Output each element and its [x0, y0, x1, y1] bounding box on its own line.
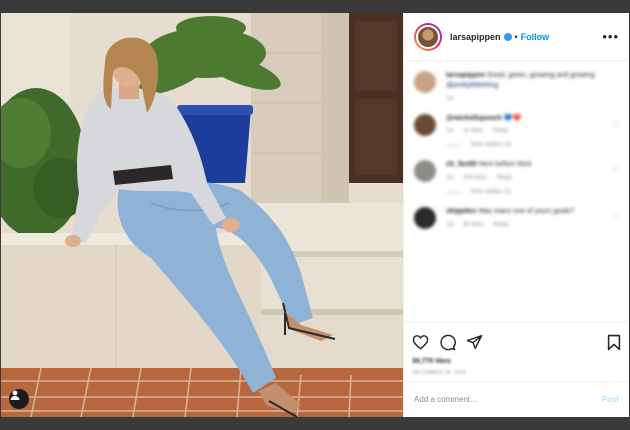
- share-icon[interactable]: [466, 334, 483, 350]
- caption-row: larsapippen Good, green, growing and gro…: [414, 71, 619, 102]
- comment-text: Was mans one of yours goals?: [478, 208, 575, 216]
- caption-username[interactable]: larsapippen: [446, 72, 485, 79]
- comment-username[interactable]: ch_fan99: [446, 161, 476, 168]
- like-comment-heart-icon[interactable]: ♡: [612, 166, 619, 175]
- view-replies-label: View replies (2): [470, 189, 512, 196]
- comment-likes[interactable]: 80 likes: [463, 222, 483, 228]
- view-replies-button[interactable]: View replies (3): [446, 142, 601, 148]
- comment-likes[interactable]: 104 likes: [463, 175, 487, 181]
- comment-item: skippites Was mans one of yours goals? 1…: [414, 207, 619, 230]
- separator-dot: •: [514, 31, 518, 42]
- reply-button[interactable]: Reply: [493, 222, 508, 228]
- reply-button[interactable]: Reply: [497, 175, 512, 181]
- reply-button[interactable]: Reply: [493, 128, 508, 134]
- caption-text: Good, green, growing and growing: [487, 72, 595, 79]
- user-tag-icon[interactable]: [9, 389, 29, 409]
- verified-badge-icon: [503, 32, 512, 41]
- comment-avatar[interactable]: [414, 207, 436, 230]
- post-modal: larsapippen • Follow ••• larsapippen Goo…: [1, 13, 629, 417]
- comment-time: 1w: [446, 221, 454, 228]
- comment-icon[interactable]: [439, 334, 456, 351]
- comment-likes[interactable]: 11 likes: [463, 128, 483, 134]
- post-username[interactable]: larsapippen: [450, 32, 501, 42]
- comment-text: 💙❤️: [503, 114, 522, 122]
- post-side-panel: larsapippen • Follow ••• larsapippen Goo…: [403, 13, 629, 417]
- comment-item: @michellepooch 💙❤️ 1w 11 likes Reply Vie…: [414, 113, 619, 148]
- post-header: larsapippen • Follow •••: [404, 13, 629, 61]
- profile-avatar[interactable]: [414, 22, 442, 51]
- comment-avatar[interactable]: [414, 160, 436, 183]
- post-date: DECEMBER 18, 2020: [412, 370, 467, 376]
- comment-avatar[interactable]: [414, 113, 436, 136]
- comment-username[interactable]: @michellepooch: [446, 115, 502, 122]
- caption-mention[interactable]: @prettylittlething: [446, 82, 498, 89]
- comments-list[interactable]: larsapippen Good, green, growing and gro…: [404, 61, 629, 321]
- comment-time: 1w: [446, 128, 454, 135]
- like-comment-heart-icon[interactable]: ♡: [612, 120, 619, 129]
- comment-item: ch_fan99 Here before thick 1w 104 likes …: [414, 160, 619, 195]
- add-comment-input[interactable]: [414, 395, 602, 404]
- view-replies-button[interactable]: View replies (2): [446, 189, 601, 195]
- post-comment-button[interactable]: Post: [602, 395, 619, 404]
- view-replies-label: View replies (3): [470, 142, 512, 149]
- add-comment-bar: Post: [404, 381, 629, 417]
- more-options-icon[interactable]: •••: [602, 29, 619, 44]
- comment-username[interactable]: skippites: [446, 208, 476, 215]
- caption-avatar[interactable]: [414, 71, 436, 93]
- likes-count[interactable]: 30,770 likes: [412, 358, 621, 365]
- post-actions: 30,770 likes DECEMBER 18, 2020: [404, 321, 629, 381]
- post-image: [1, 13, 403, 417]
- bookmark-icon[interactable]: [607, 334, 621, 351]
- caption-time: 1w: [446, 95, 454, 102]
- follow-button[interactable]: Follow: [521, 32, 550, 42]
- comment-text: Here before thick: [478, 161, 532, 169]
- heart-icon[interactable]: [412, 334, 429, 350]
- comment-time: 1w: [446, 175, 454, 182]
- like-comment-heart-icon[interactable]: ♡: [612, 213, 619, 222]
- post-photo[interactable]: [1, 13, 403, 417]
